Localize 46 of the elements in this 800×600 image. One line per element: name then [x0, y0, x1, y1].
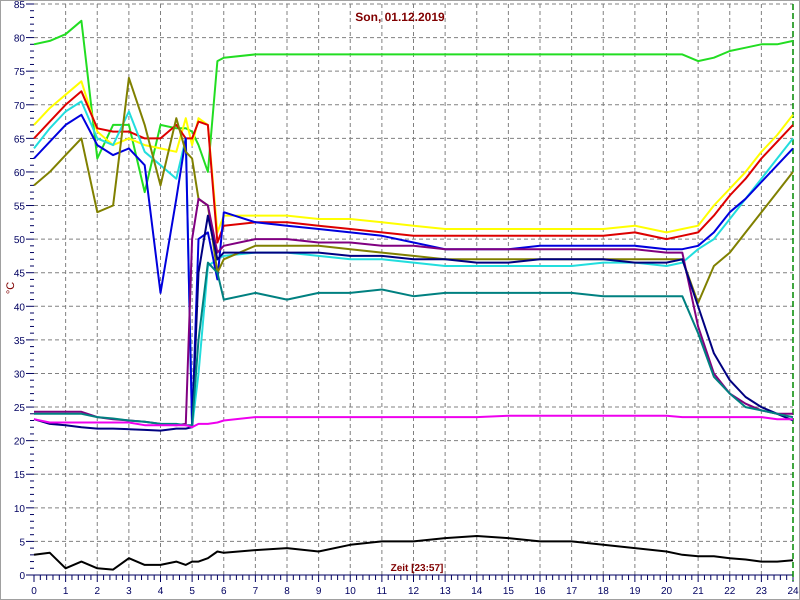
y-tick-label: 75 [14, 67, 25, 78]
chart-title: Son, 01.12.2019 [355, 10, 445, 24]
x-tick-label: 16 [534, 586, 546, 597]
y-tick-label: 10 [14, 504, 25, 515]
y-tick-label: 25 [14, 403, 25, 414]
x-tick-label: 19 [629, 586, 640, 597]
y-tick-label: 40 [14, 302, 25, 314]
y-tick-label: 80 [14, 34, 25, 45]
x-tick-label: 3 [126, 586, 132, 597]
x-tick-label: 6 [220, 586, 227, 597]
y-axis-title: °C [5, 282, 17, 294]
y-tick-label: 70 [14, 100, 25, 112]
x-tick-label: 10 [344, 586, 356, 597]
y-tick-label: 20 [14, 436, 25, 448]
y-tick-label: 60 [14, 168, 25, 179]
x-tick-label: 8 [284, 586, 290, 597]
x-tick-label: 4 [158, 586, 164, 597]
x-tick-label: 18 [598, 586, 609, 597]
y-tick-label: 35 [14, 336, 25, 347]
x-tick-label: 2 [94, 586, 100, 597]
y-tick-label: 0 [19, 571, 25, 582]
y-tick-label: 55 [14, 202, 25, 213]
y-tick-label: 30 [14, 369, 25, 380]
y-tick-label: 5 [19, 537, 25, 548]
y-tick-label: 50 [14, 235, 25, 246]
x-tick-label: 17 [566, 586, 578, 597]
x-tick-label: 5 [189, 586, 195, 597]
x-tick-label: 20 [660, 586, 672, 597]
x-tick-label: 24 [787, 586, 799, 597]
x-tick-label: 9 [316, 586, 322, 597]
x-tick-label: 21 [692, 586, 704, 597]
y-tick-label: 45 [14, 268, 25, 280]
y-tick-label: 15 [14, 470, 25, 482]
y-tick-label: 85 [14, 0, 25, 11]
x-tick-label: 15 [502, 586, 514, 597]
y-tick-label: 65 [14, 134, 25, 146]
x-tick-label: 11 [376, 586, 388, 597]
x-tick-label: 14 [471, 586, 482, 597]
x-tick-label: 0 [31, 586, 37, 597]
x-tick-label: 7 [252, 586, 258, 597]
x-axis-title: Zeit [23:57] [390, 563, 444, 574]
x-tick-label: 13 [440, 586, 451, 597]
x-tick-label: 1 [62, 586, 68, 597]
x-tick-label: 12 [408, 586, 420, 597]
x-tick-label: 22 [724, 586, 736, 597]
x-tick-label: 23 [756, 586, 767, 597]
